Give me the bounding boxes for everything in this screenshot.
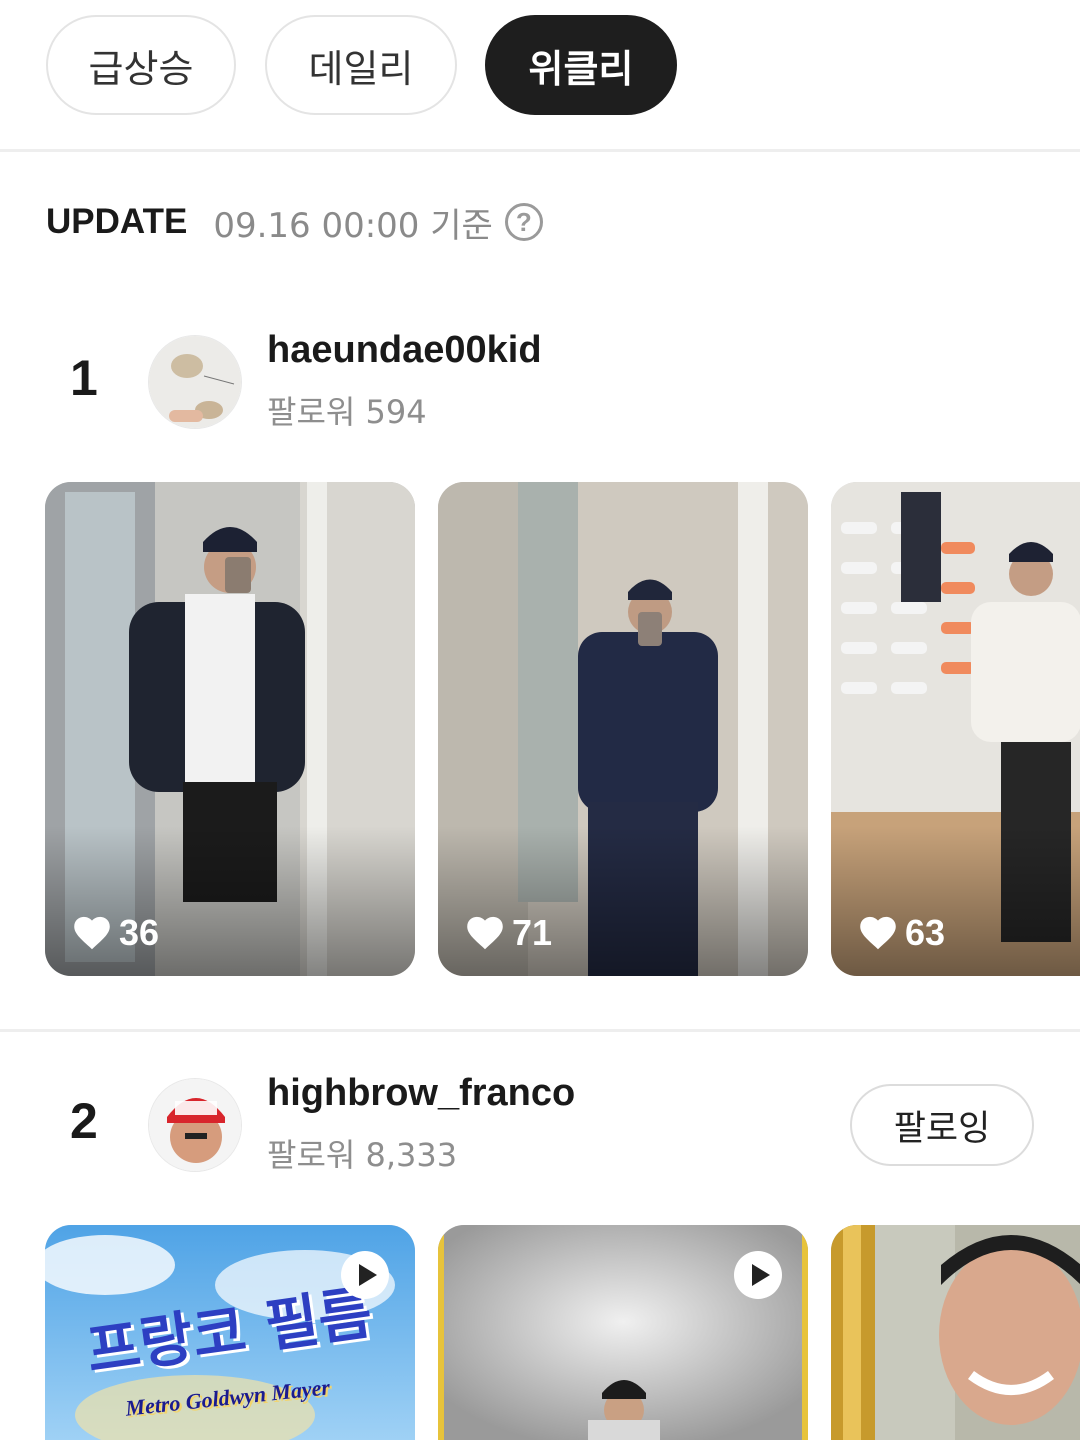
ranking-user-1[interactable]: 1 haeundae00kid 팔로워 594 <box>0 329 1080 435</box>
ranking-user-2[interactable]: 2 highbrow_franco 팔로워 8,333 팔로잉 <box>0 1072 1080 1178</box>
tab-weekly[interactable]: 위클리 <box>485 15 677 115</box>
post-thumbnail[interactable]: 36 <box>45 482 415 976</box>
like-count-value: 36 <box>119 912 160 953</box>
post-thumbnail[interactable] <box>831 1225 1080 1440</box>
like-count: 36 <box>73 912 159 954</box>
play-icon <box>734 1251 782 1299</box>
following-button[interactable]: 팔로잉 <box>850 1084 1034 1166</box>
follower-count: 팔로워 8,333 <box>267 1136 458 1174</box>
update-time: 09.16 00:00 기준 <box>213 205 493 246</box>
like-count-value: 71 <box>512 912 553 953</box>
heart-icon <box>860 916 896 950</box>
divider <box>0 1029 1080 1032</box>
username[interactable]: highbrow_franco <box>267 1072 575 1115</box>
post-thumbnail[interactable]: 63 <box>831 482 1080 976</box>
update-info: UPDATE 09.16 00:00 기준 ? <box>46 196 543 248</box>
tab-daily[interactable]: 데일리 <box>265 15 457 115</box>
ranking-tabs: 급상승 데일리 위클리 <box>0 0 1080 150</box>
avatar[interactable] <box>148 335 242 429</box>
play-icon <box>341 1251 389 1299</box>
update-label: UPDATE <box>46 202 188 241</box>
heart-icon <box>74 916 110 950</box>
avatar[interactable] <box>148 1078 242 1172</box>
like-count-value: 63 <box>905 912 946 953</box>
post-thumbnail[interactable]: 프랑코 필름 Metro Goldwyn Mayer <box>45 1225 415 1440</box>
follower-count: 팔로워 594 <box>267 393 427 431</box>
divider <box>0 149 1080 152</box>
heart-icon <box>467 916 503 950</box>
question-circle-icon[interactable]: ? <box>504 203 543 241</box>
like-count: 63 <box>859 912 945 954</box>
post-thumbnail[interactable]: 71 <box>438 482 808 976</box>
rank-number: 2 <box>70 1093 98 1149</box>
like-count: 71 <box>466 912 552 954</box>
username[interactable]: haeundae00kid <box>267 329 542 372</box>
tab-rising[interactable]: 급상승 <box>46 15 236 115</box>
post-thumbnail[interactable] <box>438 1225 808 1440</box>
rank-number: 1 <box>70 350 98 406</box>
